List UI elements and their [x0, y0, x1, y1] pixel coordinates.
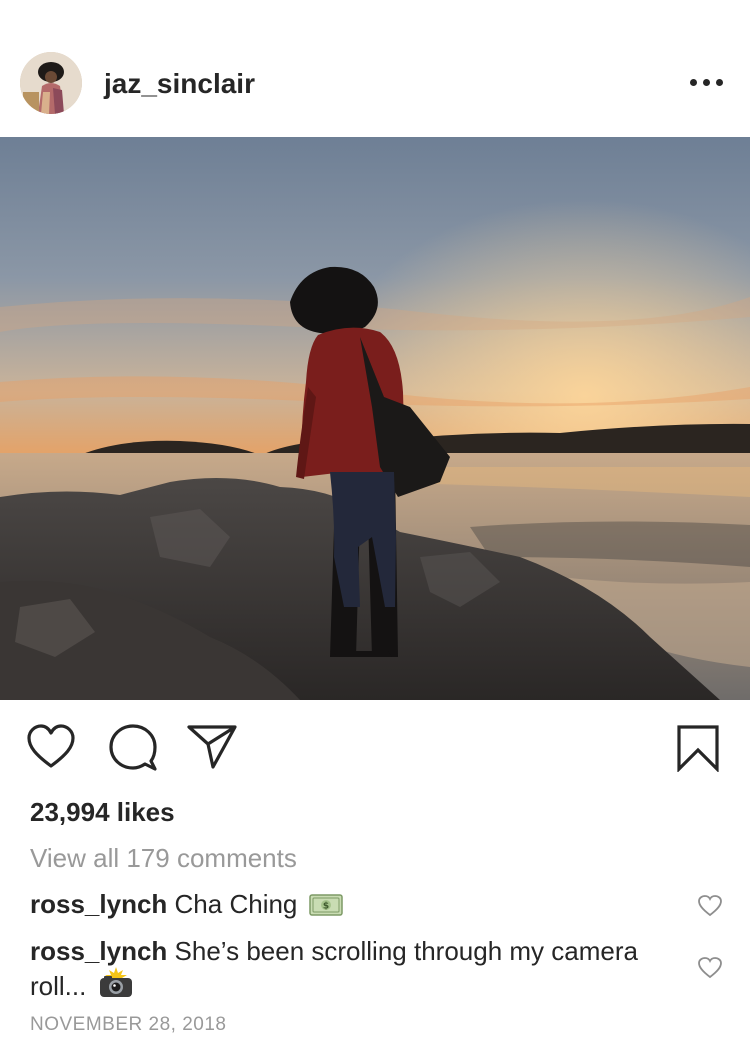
- camera-flash-emoji: [98, 967, 134, 1006]
- comment-username[interactable]: ross_lynch: [30, 936, 167, 966]
- comment-bubble-icon[interactable]: [108, 724, 158, 772]
- action-bar: [0, 700, 750, 790]
- comment-like-heart-icon[interactable]: [697, 894, 723, 918]
- comment-text: Cha Ching: [174, 889, 298, 919]
- paper-plane-icon[interactable]: [186, 724, 238, 770]
- previous-post-edge: [0, 0, 750, 10]
- money-emoji: $: [308, 892, 343, 924]
- bookmark-icon[interactable]: [676, 724, 720, 772]
- comment-item: ross_lynch She’s been scrolling through …: [30, 935, 660, 1006]
- post-photo[interactable]: [0, 137, 750, 700]
- svg-text:$: $: [322, 902, 328, 912]
- more-horizontal-icon[interactable]: [690, 74, 724, 90]
- heart-icon[interactable]: [26, 724, 76, 770]
- post-header: jaz_sinclair: [0, 40, 750, 136]
- likes-count[interactable]: 23,994 likes: [30, 797, 175, 828]
- comment-item: ross_lynch Cha Ching $: [30, 888, 660, 924]
- comment-like-heart-icon[interactable]: [697, 956, 723, 980]
- view-all-comments-link[interactable]: View all 179 comments: [30, 843, 297, 874]
- post-date: NOVEMBER 28, 2018: [30, 1014, 227, 1035]
- post-username[interactable]: jaz_sinclair: [104, 68, 255, 100]
- avatar[interactable]: [20, 52, 82, 114]
- comment-username[interactable]: ross_lynch: [30, 889, 167, 919]
